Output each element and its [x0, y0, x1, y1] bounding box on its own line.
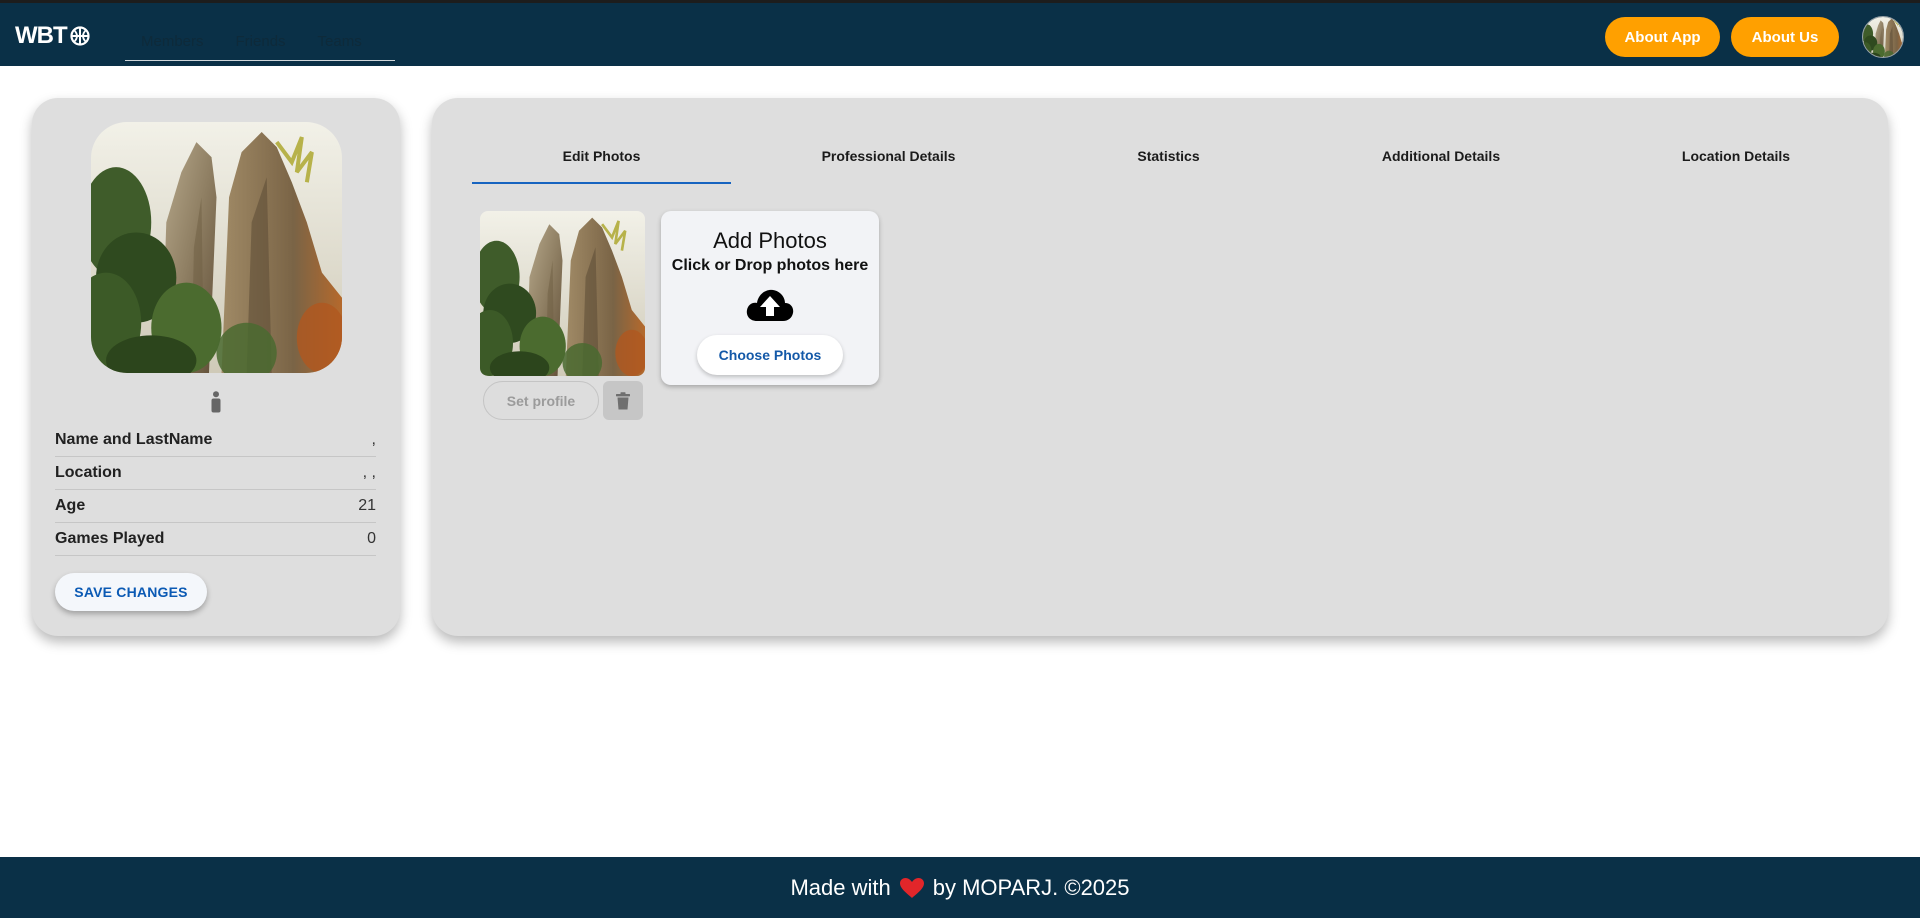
info-row-location: Location , ,: [55, 457, 376, 490]
about-app-button[interactable]: About App: [1605, 17, 1720, 57]
info-label: Name and LastName: [55, 431, 213, 448]
info-row-age: Age 21: [55, 490, 376, 523]
footer-prefix: Made with: [790, 874, 891, 900]
nav-tab-teams[interactable]: Teams: [302, 23, 378, 60]
nav-tab-members[interactable]: Members: [125, 23, 220, 60]
tab-statistics[interactable]: Statistics: [1046, 128, 1291, 184]
tab-professional-details[interactable]: Professional Details: [731, 128, 1046, 184]
add-photos-title: Add Photos: [713, 228, 827, 253]
main-nav-tabs: Members Friends Teams: [125, 23, 395, 61]
photo-thumbnail[interactable]: [480, 211, 645, 376]
footer-suffix: by MOPARJ. ©2025: [932, 874, 1130, 900]
tab-edit-photos[interactable]: Edit Photos: [472, 128, 731, 184]
person-icon: [211, 391, 221, 413]
about-us-button[interactable]: About Us: [1731, 17, 1839, 57]
user-avatar[interactable]: [1862, 16, 1904, 58]
info-value: 21: [358, 497, 376, 514]
delete-photo-button[interactable]: [603, 381, 643, 420]
heart-icon: [899, 877, 924, 898]
profile-photo: [91, 122, 342, 373]
trash-icon: [616, 391, 630, 409]
info-label: Games Played: [55, 530, 165, 547]
profile-edit-card: Edit Photos Professional Details Statist…: [432, 98, 1888, 636]
basketball-icon: [70, 26, 90, 46]
info-label: Location: [55, 464, 122, 481]
add-photos-subtitle: Click or Drop photos here: [671, 257, 869, 274]
top-navbar: WBT Members Friends Teams About App Abou…: [0, 0, 1920, 66]
choose-photos-button[interactable]: Choose Photos: [697, 335, 843, 375]
cloud-upload-icon: [746, 289, 794, 321]
tab-additional-details[interactable]: Additional Details: [1291, 128, 1591, 184]
logo-text: WBT: [15, 22, 68, 49]
info-row-games-played: Games Played 0: [55, 523, 376, 556]
add-photos-dropzone[interactable]: Add Photos Click or Drop photos here Cho…: [661, 211, 879, 385]
set-profile-button[interactable]: Set profile: [483, 381, 599, 420]
profile-tabs: Edit Photos Professional Details Statist…: [472, 128, 1852, 184]
profile-info-table: Name and LastName , Location , , Age 21 …: [55, 424, 376, 556]
info-value: ,: [371, 431, 376, 448]
info-label: Age: [55, 497, 86, 514]
nav-tab-friends[interactable]: Friends: [220, 23, 302, 60]
info-value: 0: [367, 530, 376, 547]
save-changes-button[interactable]: SAVE CHANGES: [55, 573, 207, 611]
active-tab-indicator: [472, 182, 731, 184]
profile-summary-card: Name and LastName , Location , , Age 21 …: [32, 98, 400, 636]
info-row-name: Name and LastName ,: [55, 424, 376, 457]
info-value: , ,: [362, 464, 376, 481]
app-logo[interactable]: WBT: [15, 21, 90, 51]
footer: Made with by MOPARJ. ©2025: [0, 857, 1920, 918]
tab-location-details[interactable]: Location Details: [1591, 128, 1881, 184]
